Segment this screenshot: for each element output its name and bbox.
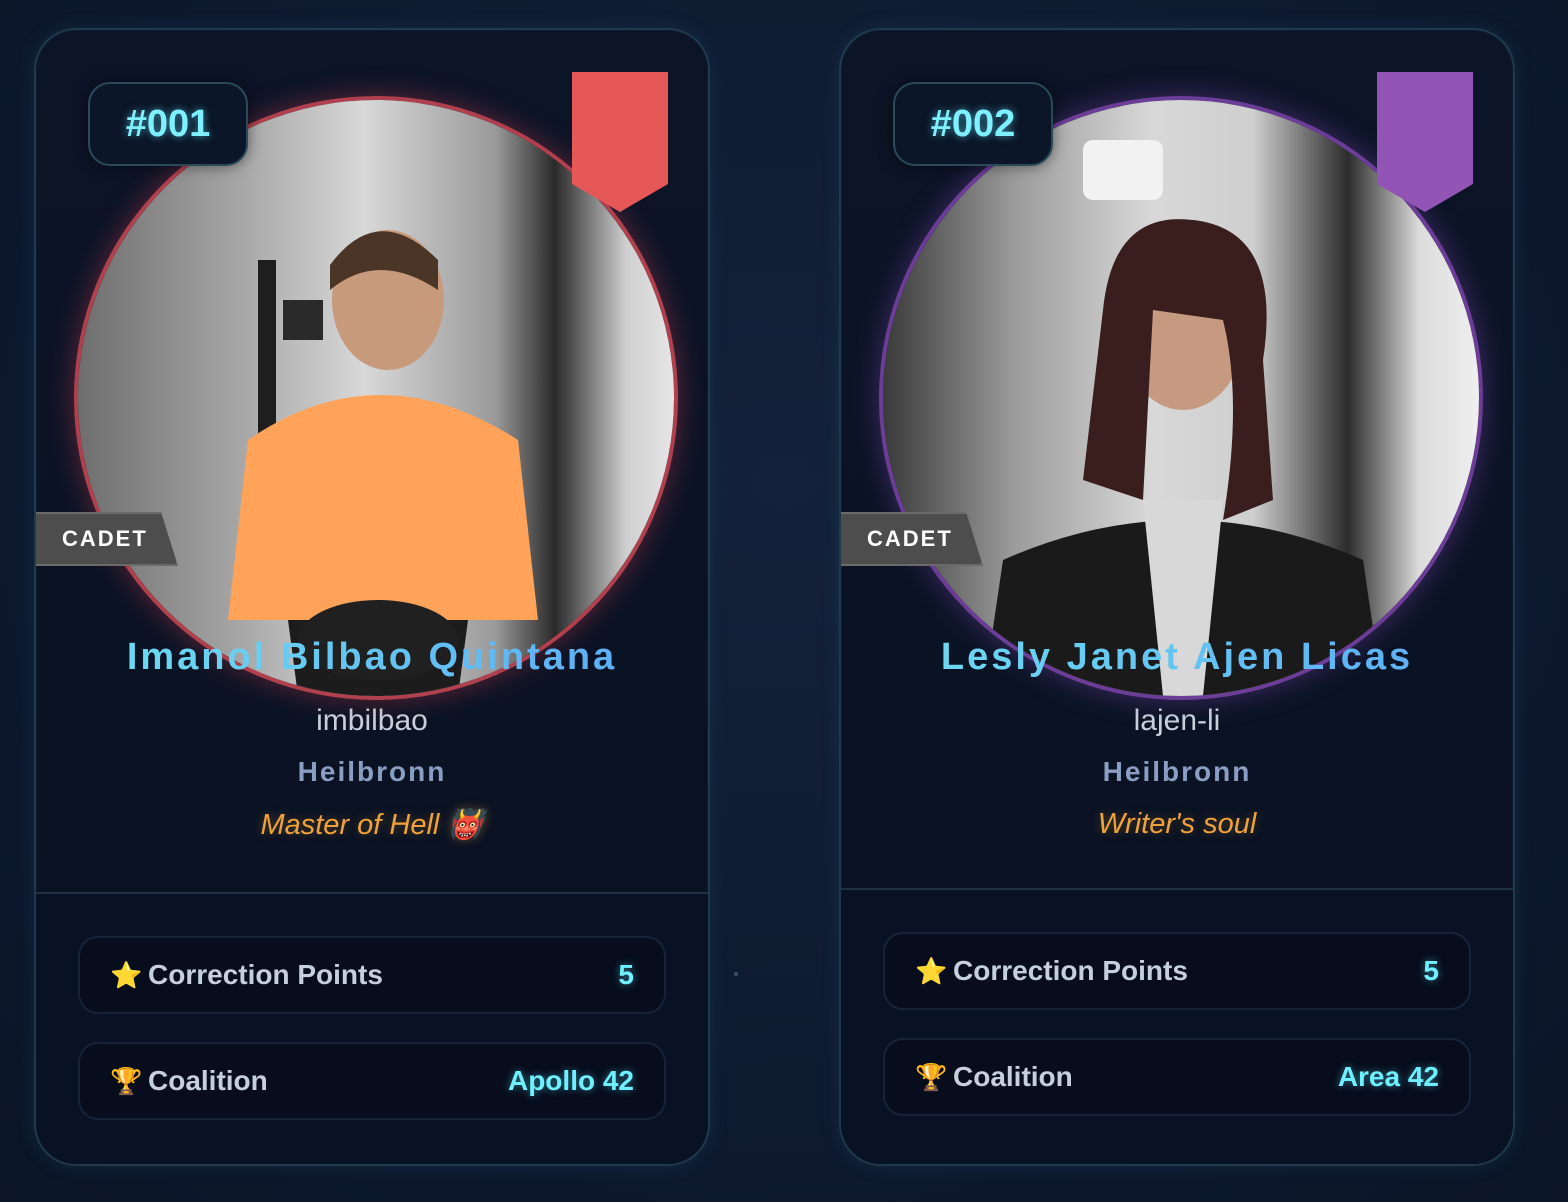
- stat-value: 5: [618, 959, 634, 990]
- profile-card[interactable]: #002 CADET Lesly Janet Ajen Licas lajen-…: [839, 28, 1515, 1166]
- stat-value: 5: [1423, 955, 1439, 986]
- coalition-ribbon: [572, 72, 668, 212]
- login-name: lajen-li: [1133, 704, 1221, 737]
- stat-correction-points: ⭐ Correction Points 5: [78, 936, 666, 1014]
- stat-coalition: 🏆 Coalition Apollo 42: [78, 1042, 666, 1120]
- stat-value: Apollo 42: [507, 1065, 634, 1096]
- coalition-ribbon: [1377, 72, 1473, 212]
- trophy-icon: 🏆: [110, 1065, 143, 1096]
- stat-label: Coalition: [953, 1061, 1073, 1092]
- profile-card[interactable]: #001 CADET Imanol Bilbao Quintana imbilb…: [34, 28, 710, 1166]
- full-name: Lesly Janet Ajen Licas: [841, 636, 1513, 679]
- stat-correction-points: ⭐ Correction Points 5: [883, 932, 1471, 1010]
- campus-name: Heilbronn: [297, 756, 447, 787]
- user-title: Writer's soul: [1097, 808, 1257, 840]
- campus-name: Heilbronn: [1102, 756, 1252, 787]
- user-title: Master of Hell 👹: [260, 809, 484, 841]
- rank-badge: #001: [88, 82, 248, 166]
- stat-coalition: 🏆 Coalition Area 42: [883, 1038, 1471, 1116]
- cadet-badge: CADET: [36, 512, 178, 566]
- stat-label: Coalition: [148, 1065, 268, 1096]
- rank-badge: #002: [893, 82, 1053, 166]
- carousel-dot: [734, 972, 738, 976]
- stat-label: Correction Points: [953, 955, 1188, 986]
- login-name: imbilbao: [316, 704, 428, 737]
- stat-value: Area 42: [1337, 1061, 1439, 1092]
- cadet-badge: CADET: [841, 512, 983, 566]
- card-footer: [36, 894, 708, 1164]
- full-name: Imanol Bilbao Quintana: [36, 636, 708, 679]
- star-icon: ⭐: [110, 959, 143, 990]
- star-icon: ⭐: [915, 955, 948, 986]
- trophy-icon: 🏆: [915, 1061, 948, 1092]
- stat-label: Correction Points: [148, 959, 383, 990]
